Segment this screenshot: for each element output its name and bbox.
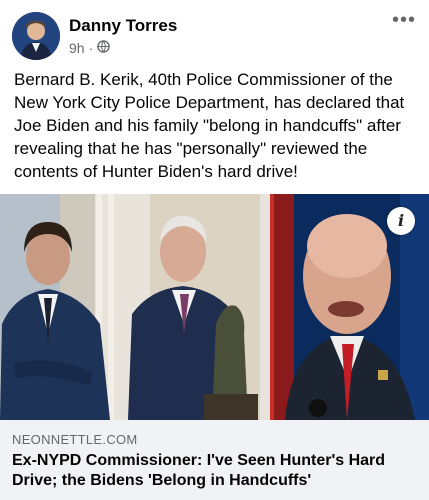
- globe-icon: [97, 40, 111, 56]
- link-preview[interactable]: NEONNETTLE.COM Ex-NYPD Commissioner: I'v…: [0, 420, 429, 500]
- article-image[interactable]: [0, 194, 429, 420]
- post-time[interactable]: 9h: [69, 40, 85, 56]
- info-icon[interactable]: i: [387, 207, 415, 235]
- link-headline[interactable]: Ex-NYPD Commissioner: I've Seen Hunter's…: [12, 451, 417, 491]
- avatar[interactable]: [12, 12, 60, 60]
- post-header: Danny Torres 9h · •••: [0, 0, 429, 62]
- more-options-icon[interactable]: •••: [389, 10, 419, 34]
- link-domain: NEONNETTLE.COM: [12, 432, 138, 447]
- meta-separator: ·: [88, 40, 94, 56]
- post-text: Bernard B. Kerik, 40th Police Commission…: [14, 70, 405, 181]
- post-meta: 9h ·: [69, 40, 111, 56]
- author-name[interactable]: Danny Torres: [69, 16, 177, 36]
